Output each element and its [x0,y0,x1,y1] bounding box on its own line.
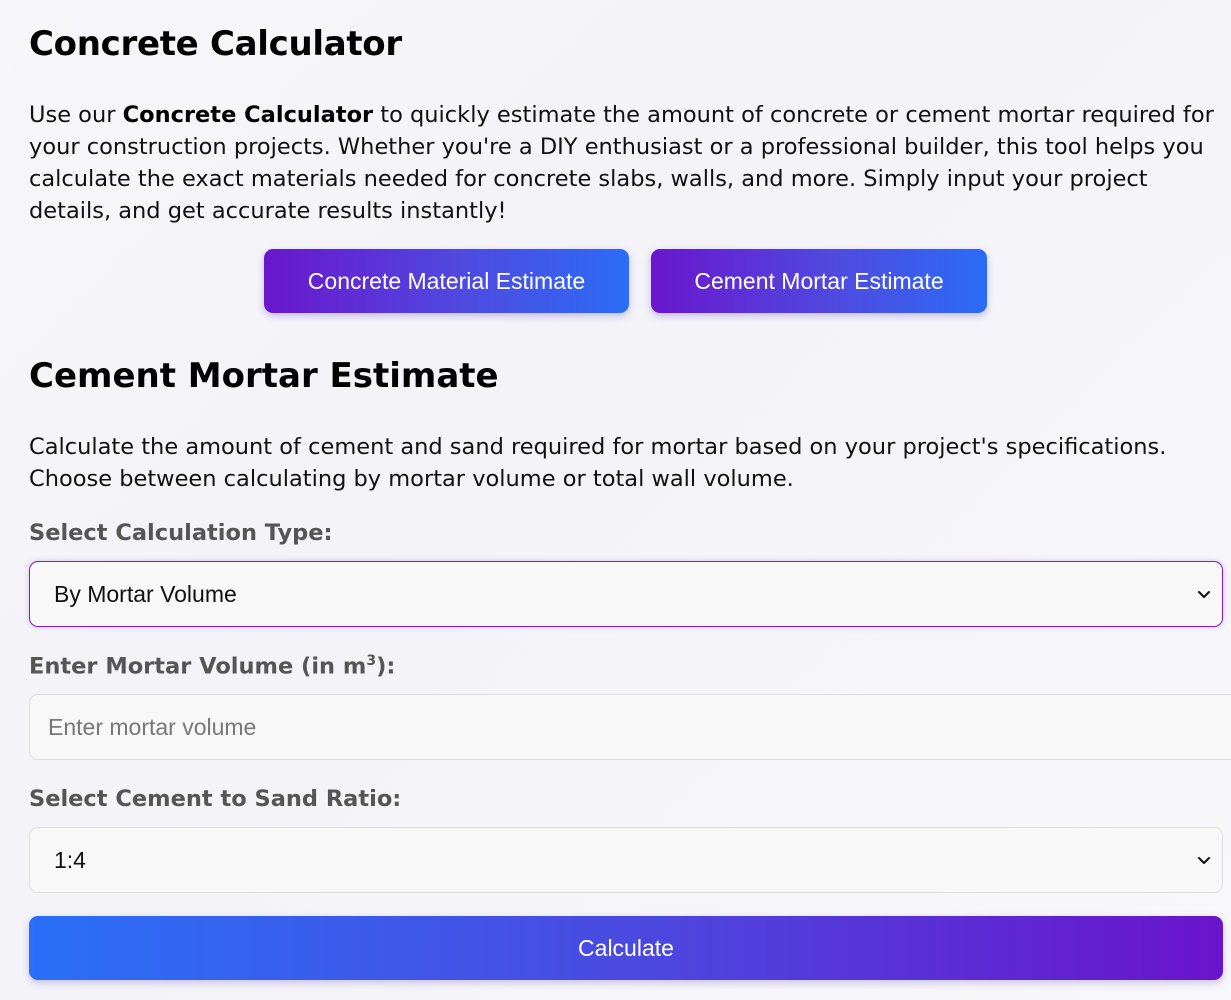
ratio-label: Select Cement to Sand Ratio: [29,786,402,812]
concrete-material-estimate-button[interactable]: Concrete Material Estimate [264,249,629,313]
page-title: Concrete Calculator [29,24,402,64]
section-title: Cement Mortar Estimate [29,356,499,396]
ratio-select[interactable]: 1:4 [29,827,1223,893]
intro-text-before: Use our [29,102,123,128]
mortar-volume-label-sup: 3 [366,653,377,669]
intro-paragraph: Use our Concrete Calculator to quickly e… [29,99,1219,227]
cement-mortar-estimate-button[interactable]: Cement Mortar Estimate [651,249,987,313]
ratio-value: 1:4 [54,846,86,873]
estimate-tabs: Concrete Material Estimate Cement Mortar… [264,249,987,313]
intro-text-bold: Concrete Calculator [122,102,374,128]
calculate-button[interactable]: Calculate [29,916,1223,980]
calculation-type-select[interactable]: By Mortar Volume [29,561,1223,627]
mortar-volume-input[interactable] [29,694,1231,760]
calculation-type-value: By Mortar Volume [54,580,237,607]
calculation-type-label: Select Calculation Type: [29,520,333,546]
chevron-down-icon [1198,857,1210,864]
section-description: Calculate the amount of cement and sand … [29,434,1167,492]
mortar-volume-label-suffix: ): [376,653,396,680]
chevron-down-icon [1198,591,1210,598]
mortar-volume-label-prefix: Enter Mortar Volume (in m [29,653,367,680]
mortar-volume-label: Enter Mortar Volume (in m3): [29,653,395,680]
